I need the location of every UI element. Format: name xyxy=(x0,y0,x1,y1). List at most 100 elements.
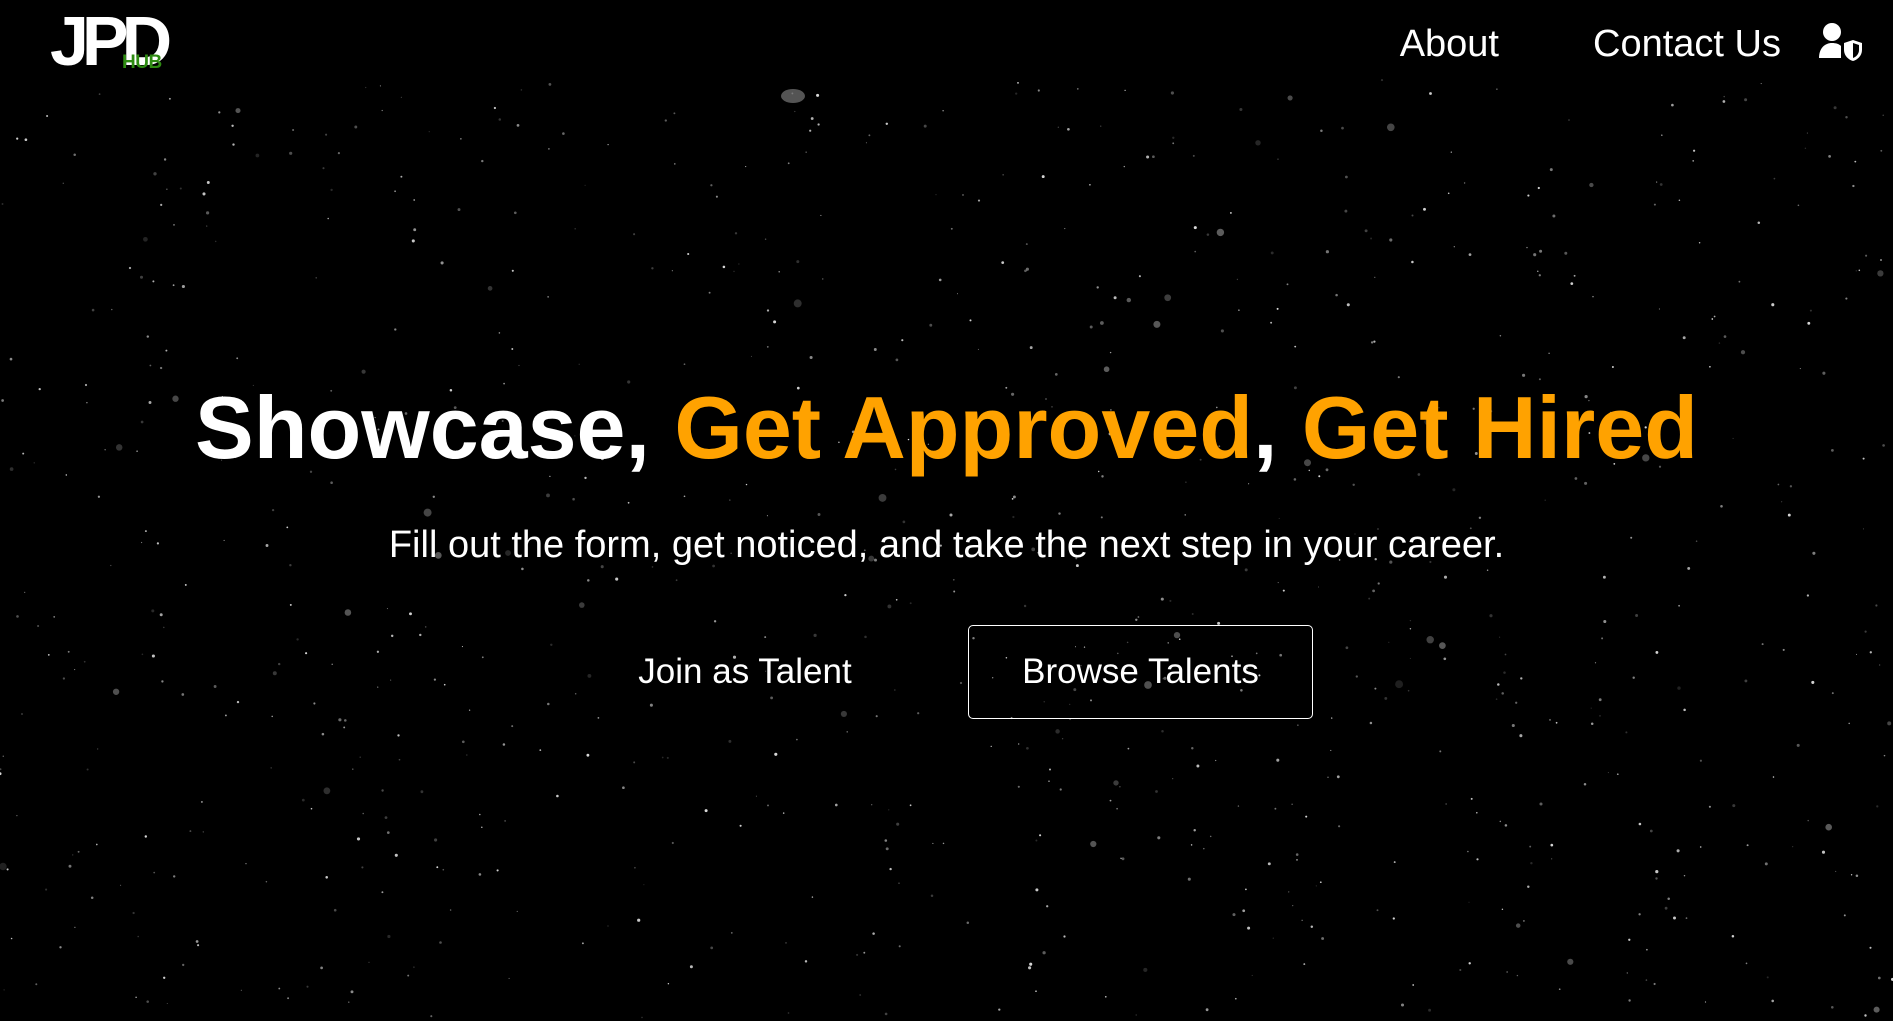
star-particle xyxy=(325,876,328,879)
star-particle xyxy=(10,937,13,940)
star-particle xyxy=(1063,935,1066,938)
star-particle xyxy=(149,364,152,367)
star-particle xyxy=(1573,274,1576,277)
star-particle xyxy=(1185,481,1187,483)
star-particle xyxy=(272,671,277,676)
star-particle xyxy=(407,974,410,977)
nav-contact-link[interactable]: Contact Us xyxy=(1593,22,1781,66)
star-particle xyxy=(376,650,380,653)
nav-about-link[interactable]: About xyxy=(1400,22,1499,66)
star-particle xyxy=(1232,913,1236,917)
star-particle xyxy=(1423,207,1426,211)
star-particle xyxy=(1515,701,1518,704)
star-particle xyxy=(1656,181,1658,183)
star-particle xyxy=(607,143,609,146)
star-particle xyxy=(343,726,346,729)
star-particle xyxy=(1583,783,1587,786)
star-particle xyxy=(1678,199,1681,201)
star-particle xyxy=(661,756,664,759)
star-particle xyxy=(1054,373,1058,376)
star-particle xyxy=(1355,675,1358,678)
star-particle xyxy=(163,158,167,161)
star-particle xyxy=(728,739,732,743)
star-particle xyxy=(413,966,415,969)
star-particle xyxy=(83,660,86,663)
star-particle xyxy=(361,866,364,869)
star-particle xyxy=(202,192,206,196)
star-particle xyxy=(1533,253,1537,257)
star-particle xyxy=(1772,776,1775,778)
star-particle xyxy=(1267,862,1271,866)
star-particle xyxy=(1236,278,1239,281)
star-particle xyxy=(1157,836,1161,840)
star-particle xyxy=(1522,919,1525,922)
star-particle xyxy=(214,240,217,243)
star-particle xyxy=(888,809,890,811)
star-particle xyxy=(0,772,2,776)
star-particle xyxy=(1172,778,1174,780)
star-particle xyxy=(1537,270,1539,272)
star-particle xyxy=(413,228,417,232)
star-particle xyxy=(667,982,670,985)
star-particle xyxy=(1555,721,1558,724)
user-shield-icon[interactable] xyxy=(1819,22,1863,62)
star-particle xyxy=(140,275,143,279)
star-particle xyxy=(1061,738,1064,740)
star-particle xyxy=(1854,160,1857,163)
star-particle xyxy=(1807,819,1809,822)
star-particle xyxy=(1109,799,1112,802)
star-particle xyxy=(817,123,820,126)
star-particle xyxy=(278,987,281,990)
star-particle xyxy=(1155,790,1158,793)
join-as-talent-button[interactable]: Join as Talent xyxy=(612,626,878,718)
star-particle xyxy=(889,867,892,871)
star-particle xyxy=(3,989,5,991)
star-particle xyxy=(773,320,777,324)
star-particle xyxy=(683,363,686,366)
star-particle xyxy=(1409,657,1411,659)
star-particle xyxy=(1467,850,1469,853)
star-particle xyxy=(673,112,676,115)
star-particle xyxy=(1692,149,1696,152)
star-particle xyxy=(844,593,847,597)
hero-subtitle: Fill out the form, get noticed, and take… xyxy=(388,524,1505,566)
star-particle xyxy=(782,812,785,814)
star-particle xyxy=(1704,1001,1707,1003)
star-particle xyxy=(804,960,808,963)
browse-talents-button[interactable]: Browse Talents xyxy=(968,625,1313,719)
star-particle xyxy=(1169,599,1172,602)
star-particle xyxy=(909,602,912,605)
star-particle xyxy=(1046,905,1049,908)
star-particle xyxy=(1773,177,1776,180)
star-particle xyxy=(932,842,934,844)
star-particle xyxy=(1625,731,1628,734)
star-particle xyxy=(584,184,586,186)
star-particle xyxy=(794,110,796,113)
star-particle xyxy=(151,654,155,658)
star-particle xyxy=(1292,904,1294,907)
star-particle xyxy=(1777,483,1780,486)
star-particle xyxy=(547,296,549,298)
star-particle xyxy=(1685,917,1688,919)
star-particle xyxy=(1293,478,1297,481)
star-particle xyxy=(1732,804,1736,808)
star-particle xyxy=(641,1016,643,1019)
star-particle xyxy=(1792,846,1794,848)
star-particle xyxy=(1628,938,1631,941)
star-particle xyxy=(97,495,101,498)
star-particle xyxy=(738,263,740,265)
star-particle xyxy=(166,1002,168,1005)
star-particle xyxy=(1443,575,1448,579)
star-particle xyxy=(1161,729,1164,733)
star-particle xyxy=(764,238,767,240)
star-particle xyxy=(1191,746,1194,750)
star-particle xyxy=(1190,844,1193,846)
star-particle xyxy=(289,603,292,606)
star-particle xyxy=(1745,962,1748,965)
star-particle xyxy=(1035,990,1037,993)
star-particle xyxy=(1506,971,1508,973)
star-particle xyxy=(1113,780,1119,786)
star-particle xyxy=(91,308,95,312)
star-particle xyxy=(856,953,859,956)
star-particle xyxy=(873,348,877,351)
